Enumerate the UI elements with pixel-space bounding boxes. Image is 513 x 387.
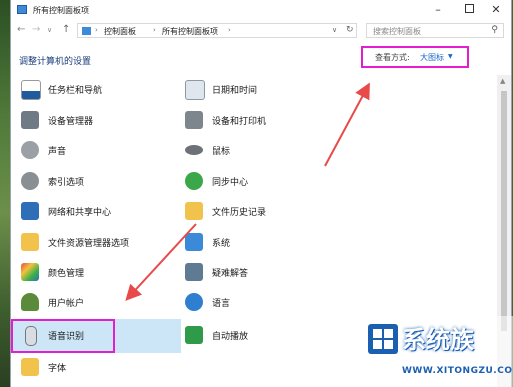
watermark-url: WWW.XITONGZU.COM: [402, 366, 513, 376]
watermark: 系统族 WWW.XITONGZU.COM: [362, 316, 513, 387]
arrow-to-view-by: [324, 82, 370, 167]
windows-logo-icon: [368, 324, 398, 354]
watermark-text: 系统族: [402, 326, 474, 354]
arrow-to-speech-recognition: [125, 223, 197, 301]
